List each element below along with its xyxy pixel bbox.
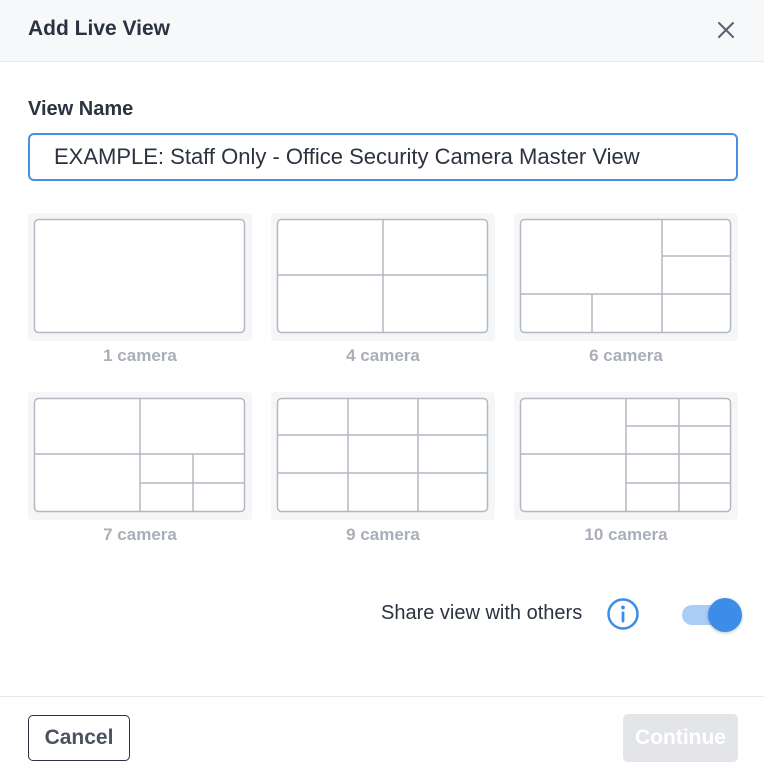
close-button[interactable] [710, 14, 742, 46]
continue-button[interactable]: Continue [623, 714, 738, 762]
layout-option-4-camera[interactable] [271, 213, 495, 341]
layout-option-1-camera[interactable] [28, 213, 252, 341]
cancel-button[interactable]: Cancel [28, 715, 130, 761]
dialog-header: Add Live View [0, 0, 764, 62]
view-name-label: View Name [28, 98, 134, 120]
layout-7-camera-icon [33, 397, 246, 513]
layout-label-7-camera: 7 camera [103, 525, 177, 544]
layout-option-9-camera[interactable] [271, 392, 495, 520]
view-name-input[interactable] [28, 133, 738, 181]
share-view-label: Share view with others [381, 602, 583, 624]
layout-label-10-camera: 10 camera [584, 525, 668, 544]
layout-option-10-camera[interactable] [514, 392, 738, 520]
layout-label-9-camera: 9 camera [346, 525, 420, 544]
layout-4-camera-icon [276, 218, 489, 334]
layout-option-7-camera[interactable] [28, 392, 252, 520]
layout-label-4-camera: 4 camera [346, 346, 420, 365]
close-icon [718, 22, 734, 38]
layout-6-camera-icon [519, 218, 732, 334]
share-toggle[interactable] [680, 598, 742, 632]
dialog-title: Add Live View [28, 17, 170, 40]
info-button[interactable] [606, 597, 640, 631]
dialog-footer: Cancel Continue [0, 696, 764, 774]
layout-label-6-camera: 6 camera [589, 346, 663, 365]
layout-9-camera-icon [276, 397, 489, 513]
layout-option-6-camera[interactable] [514, 213, 738, 341]
layout-label-1-camera: 1 camera [103, 346, 177, 365]
layout-1-camera-icon [33, 218, 246, 334]
info-icon [607, 598, 639, 630]
toggle-knob [708, 598, 742, 632]
layout-10-camera-icon [519, 397, 732, 513]
